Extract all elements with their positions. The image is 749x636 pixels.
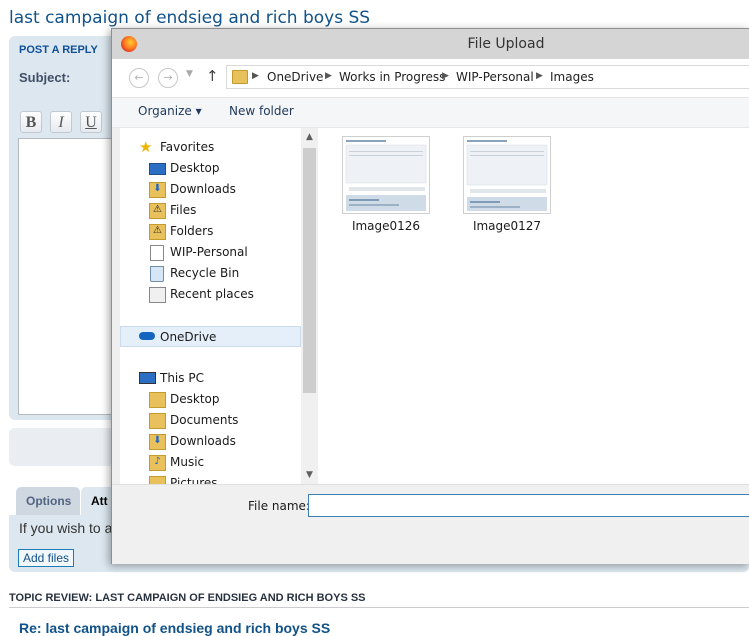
nav-pc-documents[interactable]: Documents: [120, 410, 301, 431]
nav-onedrive-label: OneDrive: [160, 330, 217, 344]
dialog-title: File Upload: [467, 36, 545, 52]
star-icon: ★: [139, 138, 153, 156]
image-thumbnail: [463, 136, 551, 214]
nav-item-label: Music: [170, 455, 205, 469]
screenshot-thumbnail-graphic: [464, 137, 550, 213]
warning-folder-icon: ⚠: [149, 203, 166, 219]
nav-fav-folders[interactable]: ⚠ Folders: [120, 221, 301, 242]
warning-folder-icon: ⚠: [149, 224, 166, 240]
new-folder-button[interactable]: New folder: [229, 104, 294, 118]
cloud-icon: [139, 332, 155, 340]
nav-pc-music[interactable]: ♪ Music: [120, 452, 301, 473]
back-button[interactable]: ←: [129, 68, 149, 88]
nav-this-pc[interactable]: This PC: [120, 368, 301, 389]
nav-fav-wip-personal[interactable]: WIP-Personal: [120, 242, 301, 263]
document-icon: [150, 245, 164, 261]
subject-label: Subject:: [19, 70, 71, 85]
nav-item-label: Downloads: [170, 182, 236, 196]
organize-button[interactable]: Organize ▾: [138, 104, 202, 118]
divider: [9, 607, 749, 608]
nav-favorites-label: Favorites: [160, 140, 215, 154]
nav-fav-recent-places[interactable]: Recent places: [120, 284, 301, 305]
breadcrumb-wip-personal[interactable]: WIP-Personal: [456, 70, 534, 84]
nav-onedrive[interactable]: OneDrive: [120, 326, 301, 347]
nav-fav-recycle-bin[interactable]: Recycle Bin: [120, 263, 301, 284]
navigation-bar: ← → ▼ ↑ ▶ OneDrive ▶ Works in Progress ▶…: [112, 59, 749, 98]
chevron-right-icon: ▶: [536, 71, 543, 81]
file-name-field-label: File name:: [248, 499, 310, 513]
nav-item-label: Recent places: [170, 287, 254, 301]
downloads-folder-icon: ⬇: [149, 434, 166, 450]
add-files-button[interactable]: Add files: [18, 549, 75, 567]
recycle-bin-icon: [150, 266, 164, 282]
chevron-right-icon: ▶: [325, 71, 332, 81]
image-thumbnail: [342, 136, 430, 214]
file-upload-dialog: File Upload ← → ▼ ↑ ▶ OneDrive ▶ Works i…: [111, 28, 749, 564]
dialog-toolbar: Organize ▾ New folder: [112, 98, 749, 128]
nav-pc-downloads[interactable]: ⬇ Downloads: [120, 431, 301, 452]
breadcrumb-images[interactable]: Images: [550, 70, 594, 84]
folder-icon: [149, 392, 166, 408]
file-name-input[interactable]: [308, 494, 749, 517]
downloads-folder-icon: ⬇: [149, 182, 166, 198]
navigation-pane: ★ Favorites Desktop ⬇ Downloads ⚠ Files …: [120, 128, 301, 484]
bold-button[interactable]: B: [20, 111, 42, 133]
folder-icon: [232, 70, 248, 84]
chevron-right-icon: ▶: [442, 71, 449, 81]
nav-item-label: WIP-Personal: [170, 245, 248, 259]
computer-icon: [139, 372, 156, 384]
forward-button[interactable]: →: [158, 68, 178, 88]
review-post-title[interactable]: Re: last campaign of endsieg and rich bo…: [19, 620, 330, 636]
pictures-folder-icon: [149, 476, 166, 484]
dialog-titlebar[interactable]: File Upload: [112, 29, 749, 59]
italic-button[interactable]: I: [50, 111, 72, 133]
nav-item-label: Desktop: [170, 161, 220, 175]
screenshot-thumbnail-graphic: [343, 137, 429, 213]
nav-item-label: Documents: [170, 413, 239, 427]
folder-icon: [149, 413, 166, 429]
underline-button[interactable]: U: [80, 111, 102, 133]
nav-item-label: Desktop: [170, 392, 220, 406]
nav-item-label: Pictures: [170, 476, 218, 484]
music-folder-icon: ♪: [149, 455, 166, 471]
nav-pc-pictures[interactable]: Pictures: [120, 473, 301, 484]
file-list: Image0126 Image0127: [318, 128, 749, 484]
scroll-down-icon[interactable]: ▼: [301, 470, 318, 480]
chevron-right-icon: ▶: [252, 71, 259, 81]
tab-options[interactable]: Options: [16, 487, 80, 515]
nav-item-label: Downloads: [170, 434, 236, 448]
post-reply-heading: POST A REPLY: [19, 44, 98, 56]
nav-fav-desktop[interactable]: Desktop: [120, 158, 301, 179]
nav-fav-files[interactable]: ⚠ Files: [120, 200, 301, 221]
breadcrumb-onedrive[interactable]: OneDrive: [267, 70, 323, 84]
recent-places-icon: [149, 287, 166, 303]
desktop-icon: [149, 163, 166, 175]
address-bar[interactable]: ▶ OneDrive ▶ Works in Progress ▶ WIP-Per…: [226, 65, 749, 89]
scroll-up-icon[interactable]: ▲: [301, 132, 318, 142]
nav-item-label: Recycle Bin: [170, 266, 240, 280]
dialog-bottom-bar: File name:: [112, 484, 749, 564]
scroll-thumb[interactable]: [303, 148, 316, 393]
nav-fav-downloads[interactable]: ⬇ Downloads: [120, 179, 301, 200]
topic-review-heading: TOPIC REVIEW: LAST CAMPAIGN OF ENDSIEG A…: [9, 592, 366, 604]
nav-this-pc-label: This PC: [160, 371, 204, 385]
attachments-hint: If you wish to a: [19, 520, 113, 536]
nav-pc-desktop[interactable]: Desktop: [120, 389, 301, 410]
file-name-label: Image0127: [472, 219, 542, 233]
nav-scrollbar[interactable]: ▲ ▼: [301, 128, 318, 484]
nav-item-label: Files: [170, 203, 197, 217]
breadcrumb-works-in-progress[interactable]: Works in Progress: [339, 70, 445, 84]
recent-locations-chevron-icon[interactable]: ▼: [186, 69, 193, 79]
up-button[interactable]: ↑: [206, 67, 219, 85]
nav-favorites[interactable]: ★ Favorites: [120, 137, 301, 158]
nav-item-label: Folders: [170, 224, 214, 238]
topic-title: last campaign of endsieg and rich boys S…: [9, 8, 371, 28]
file-name-label: Image0126: [351, 219, 421, 233]
